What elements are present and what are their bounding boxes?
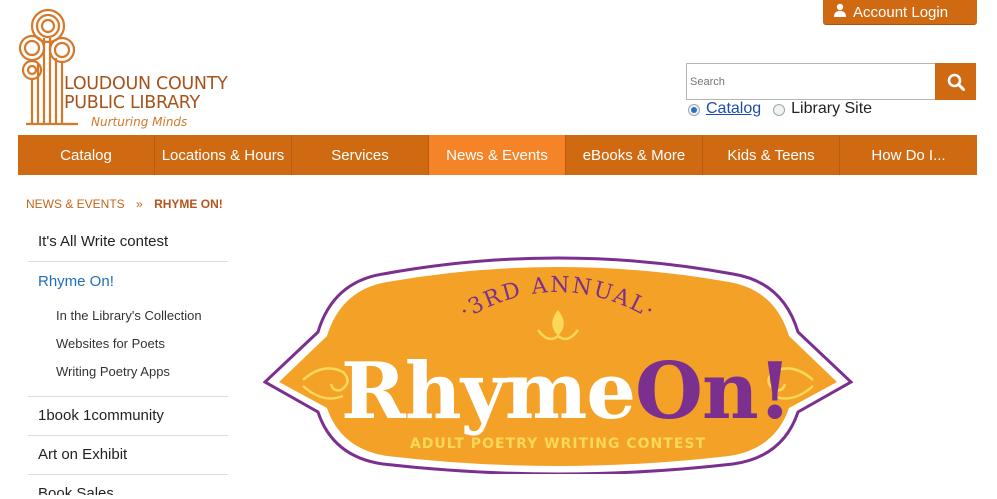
banner-title-on: On!: [635, 346, 791, 437]
account-login-button[interactable]: Account Login: [823, 0, 977, 24]
sidebar-item-book-sales[interactable]: Book Sales: [28, 475, 228, 495]
breadcrumb-parent-link[interactable]: News & Events: [26, 197, 125, 211]
logo-title-line2: PUBLIC LIBRARY: [64, 92, 200, 113]
search-form: [686, 63, 976, 100]
breadcrumb-current: Rhyme On!: [154, 197, 223, 211]
library-logo[interactable]: LOUDOUN COUNTY PUBLIC LIBRARY Nurturing …: [18, 8, 228, 128]
nav-kids-teens[interactable]: Kids & Teens: [703, 135, 840, 175]
sidebar-item-1book-1community[interactable]: 1book 1community: [28, 397, 228, 436]
account-login-label: Account Login: [853, 3, 949, 21]
nav-news-events[interactable]: News & Events: [429, 135, 566, 175]
logo-tagline: Nurturing Minds: [91, 115, 188, 129]
rhyme-on-banner-graphic: ·3RD ANNUAL· RhymeOn! ADULT POETRY WRITI…: [262, 256, 854, 476]
nav-locations-hours[interactable]: Locations & Hours: [155, 135, 292, 175]
library-site-radio[interactable]: [773, 104, 786, 116]
svg-text:RhymeOn!: RhymeOn!: [341, 346, 791, 437]
sidebar-subitem-writing-poetry-apps[interactable]: Writing Poetry Apps: [56, 358, 228, 386]
nav-ebooks-more[interactable]: eBooks & More: [566, 135, 703, 175]
main-nav: Catalog Locations & Hours Services News …: [18, 135, 977, 175]
search-input[interactable]: [686, 63, 936, 100]
search-icon: [947, 73, 965, 91]
breadcrumb-separator: »: [136, 197, 143, 211]
sidebar-sublist: In the Library's Collection Websites for…: [28, 302, 228, 397]
sidebar-nav: It's All Write contest Rhyme On! In the …: [28, 223, 228, 495]
sidebar-item-rhyme-on[interactable]: Rhyme On!: [28, 262, 228, 302]
logo-title-line1: LOUDOUN COUNTY: [64, 74, 228, 94]
sidebar-item-art-on-exhibit[interactable]: Art on Exhibit: [28, 436, 228, 475]
nav-catalog[interactable]: Catalog: [18, 135, 155, 175]
rhyme-on-banner: ·3RD ANNUAL· RhymeOn! ADULT POETRY WRITI…: [262, 252, 854, 476]
sidebar-subitem-library-collection[interactable]: In the Library's Collection: [56, 302, 228, 330]
catalog-radio[interactable]: [688, 104, 700, 116]
library-site-radio-label[interactable]: Library Site: [791, 100, 872, 118]
nav-services[interactable]: Services: [292, 135, 429, 175]
nav-how-do-i[interactable]: How Do I...: [840, 135, 977, 175]
breadcrumb: News & Events » Rhyme On!: [26, 197, 223, 211]
user-icon: [834, 3, 846, 17]
catalog-radio-label[interactable]: Catalog: [706, 100, 761, 118]
search-button[interactable]: [935, 63, 976, 100]
search-scope-options: Catalog Library Site: [688, 100, 872, 118]
banner-subtitle: ADULT POETRY WRITING CONTEST: [410, 436, 706, 452]
sidebar-item-its-all-write[interactable]: It's All Write contest: [28, 223, 228, 262]
banner-title-rhyme: Rhyme: [341, 346, 635, 437]
sidebar-subitem-websites-for-poets[interactable]: Websites for Poets: [56, 330, 228, 358]
